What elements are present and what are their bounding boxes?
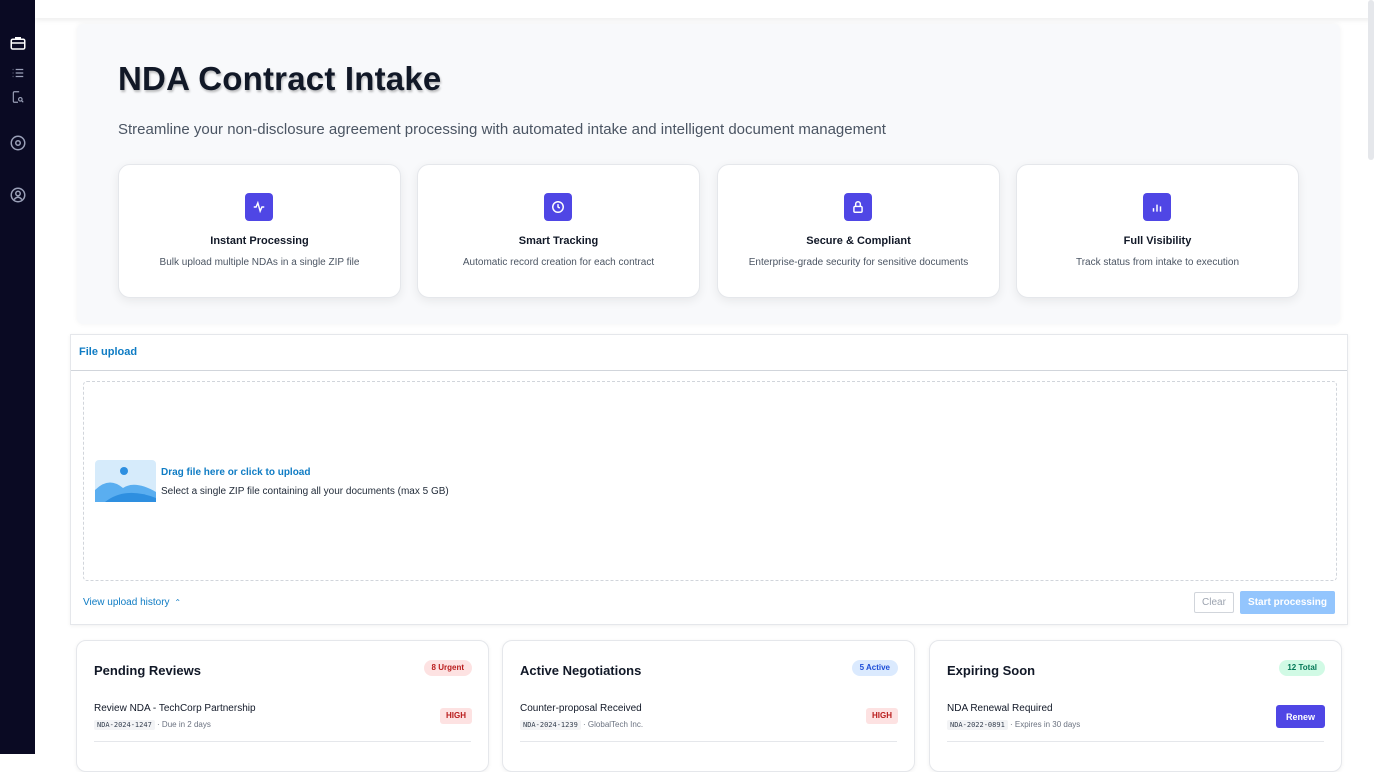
- divider: [71, 370, 1347, 371]
- card-title: Pending Reviews: [94, 663, 201, 678]
- chevron-up-icon: ⌃: [174, 598, 182, 607]
- status-badge: 5 Active: [851, 660, 898, 676]
- start-processing-button[interactable]: Start processing: [1240, 591, 1335, 614]
- feature-title: Smart Tracking: [518, 235, 599, 247]
- priority-badge: HIGH: [440, 708, 472, 724]
- top-bar: [35, 0, 1374, 18]
- feature-desc: Automatic record creation for each contr…: [462, 257, 655, 268]
- feature-card-full-visibility: Full Visibility Track status from intake…: [1016, 164, 1299, 298]
- hero-section: NDA Contract Intake Streamline your non-…: [77, 24, 1340, 324]
- user-settings-icon[interactable]: [9, 186, 27, 204]
- list-item-title[interactable]: NDA Renewal Required: [947, 703, 1053, 714]
- divider: [520, 741, 897, 742]
- status-badge: 8 Urgent: [423, 660, 472, 676]
- card-title: Active Negotiations: [520, 663, 642, 678]
- settings-icon[interactable]: [9, 134, 27, 152]
- priority-badge: HIGH: [866, 708, 898, 724]
- dropzone-description: Select a single ZIP file containing all …: [161, 486, 449, 497]
- page-title: NDA Contract Intake: [118, 60, 442, 97]
- expiring-soon-card: Expiring Soon 12 Total NDA Renewal Requi…: [929, 640, 1342, 772]
- list-item-title[interactable]: Counter-proposal Received: [520, 703, 642, 714]
- file-upload-panel: File upload Drag file here or click to u…: [70, 334, 1348, 625]
- clear-button[interactable]: Clear: [1194, 592, 1234, 613]
- card-title: Expiring Soon: [947, 663, 1036, 678]
- nda-id: NDA-2022-0891: [947, 720, 1008, 730]
- clock-icon: [544, 193, 572, 221]
- due-text: · Due in 2 days: [157, 720, 211, 729]
- left-sidebar: [0, 0, 35, 754]
- divider: [94, 741, 471, 742]
- file-dropzone[interactable]: Drag file here or click to upload Select…: [83, 381, 1337, 581]
- list-icon[interactable]: [11, 66, 25, 80]
- feature-desc: Enterprise-grade security for sensitive …: [748, 257, 969, 268]
- expiry-text: · Expires in 30 days: [1010, 720, 1081, 729]
- nda-id: NDA-2024-1239: [520, 720, 581, 730]
- status-badge: 12 Total: [1279, 660, 1325, 676]
- activity-icon: [245, 193, 273, 221]
- list-item-meta: NDA-2024-1247 · Due in 2 days: [94, 720, 211, 730]
- feature-card-instant-processing: Instant Processing Bulk upload multiple …: [118, 164, 401, 298]
- history-label: View upload history: [83, 597, 170, 608]
- active-negotiations-card: Active Negotiations 5 Active Counter-pro…: [502, 640, 915, 772]
- company-text: · GlobalTech Inc.: [583, 720, 644, 729]
- list-item-meta: NDA-2022-0891 · Expires in 30 days: [947, 720, 1081, 730]
- pending-reviews-card: Pending Reviews 8 Urgent Review NDA - Te…: [76, 640, 489, 772]
- feature-cards: Instant Processing Bulk upload multiple …: [118, 164, 1299, 298]
- briefcase-icon[interactable]: [9, 34, 27, 52]
- tab-file-upload[interactable]: File upload: [79, 346, 137, 358]
- image-placeholder-icon: [95, 460, 156, 502]
- feature-title: Instant Processing: [210, 235, 309, 247]
- view-upload-history-link[interactable]: View upload history ⌃: [83, 597, 181, 608]
- feature-desc: Track status from intake to execution: [1075, 257, 1240, 268]
- feature-card-smart-tracking: Smart Tracking Automatic record creation…: [417, 164, 700, 298]
- document-search-icon[interactable]: [11, 90, 25, 104]
- feature-title: Secure & Compliant: [806, 235, 911, 247]
- list-item-title[interactable]: Review NDA - TechCorp Partnership: [94, 703, 256, 714]
- feature-desc: Bulk upload multiple NDAs in a single ZI…: [159, 257, 360, 268]
- divider: [947, 741, 1324, 742]
- page-subtitle: Streamline your non-disclosure agreement…: [118, 121, 886, 138]
- feature-title: Full Visibility: [1123, 235, 1192, 247]
- list-item-meta: NDA-2024-1239 · GlobalTech Inc.: [520, 720, 644, 730]
- scrollbar[interactable]: [1368, 0, 1374, 160]
- bar-chart-icon: [1143, 193, 1171, 221]
- dropzone-title[interactable]: Drag file here or click to upload: [161, 467, 310, 478]
- nda-id: NDA-2024-1247: [94, 720, 155, 730]
- renew-button[interactable]: Renew: [1276, 705, 1325, 728]
- feature-card-secure-compliant: Secure & Compliant Enterprise-grade secu…: [717, 164, 1000, 298]
- lock-icon: [844, 193, 872, 221]
